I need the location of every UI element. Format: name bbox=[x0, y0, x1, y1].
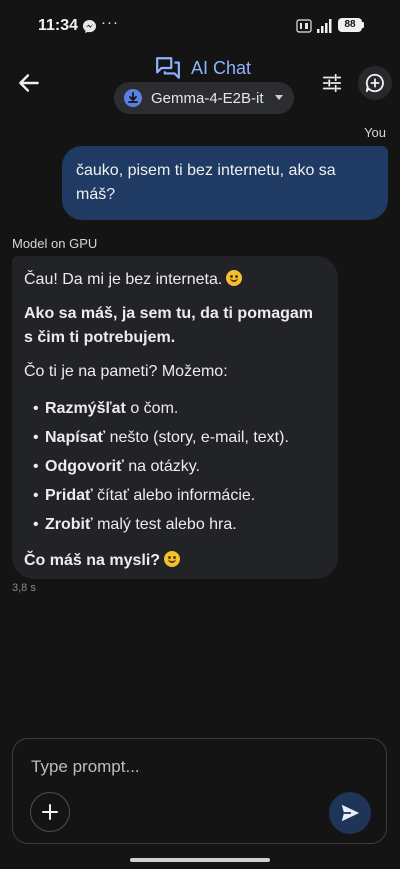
list-item-text: na otázky. bbox=[123, 458, 200, 475]
list-item-bold: Pridať bbox=[45, 487, 93, 504]
list-item-text: o čom. bbox=[125, 400, 179, 417]
model-selector[interactable]: Gemma-4-E2B-it bbox=[114, 82, 294, 114]
add-attachment-button[interactable] bbox=[30, 792, 70, 832]
chevron-down-icon bbox=[275, 95, 283, 100]
new-chat-icon bbox=[365, 73, 384, 93]
app-bar: AI Chat Gemma-4-E2B-it bbox=[0, 52, 400, 114]
new-chat-button[interactable] bbox=[358, 66, 392, 100]
list-item: Razmýšľat o čom. bbox=[24, 394, 326, 423]
smile-emoji-icon bbox=[226, 270, 243, 286]
smile-emoji-icon bbox=[164, 551, 181, 567]
title-row: AI Chat bbox=[155, 54, 251, 82]
list-item-bold: Napísať bbox=[45, 429, 106, 446]
list-item: Zrobiť malý test alebo hra. bbox=[24, 510, 326, 539]
tune-icon[interactable] bbox=[321, 72, 343, 94]
battery-tip bbox=[362, 22, 364, 28]
home-indicator[interactable] bbox=[130, 858, 270, 862]
suggestion-list: Razmýšľat o čom. Napísať nešto (story, e… bbox=[24, 394, 326, 539]
list-item-text: malý test alebo hra. bbox=[92, 516, 237, 533]
more-notifications-icon: ··· bbox=[101, 14, 119, 31]
list-item-bold: Zrobiť bbox=[45, 516, 93, 533]
user-label: You bbox=[364, 125, 386, 140]
status-bar: 11:34 ··· 88 bbox=[0, 0, 400, 52]
status-time: 11:34 bbox=[38, 17, 79, 34]
response-greeting-text: Čau! Da mi je bez interneta. bbox=[24, 271, 223, 288]
volte-icon bbox=[296, 19, 312, 33]
chat-bubbles-icon bbox=[156, 57, 180, 79]
list-item: Napísať nešto (story, e-mail, text). bbox=[24, 423, 326, 452]
response-latency: 3,8 s bbox=[12, 582, 36, 594]
response-intro: Ako sa máš, ja sem tu, da ti pomagam s č… bbox=[24, 305, 313, 346]
model-label: Model on GPU bbox=[12, 236, 98, 251]
signal-icon bbox=[317, 19, 332, 33]
app-title: AI Chat bbox=[191, 57, 252, 78]
messenger-icon bbox=[82, 19, 97, 34]
user-message: čauko, pisem ti bez internetu, ako sa má… bbox=[62, 146, 388, 220]
plus-icon bbox=[42, 804, 58, 820]
response-closing-text: Čo máš na mysli? bbox=[24, 552, 161, 569]
prompt-input[interactable] bbox=[29, 751, 333, 783]
list-item-bold: Odgovoriť bbox=[45, 458, 124, 475]
list-item: Odgovoriť na otázky. bbox=[24, 452, 326, 481]
list-item-text: čítať alebo informácie. bbox=[92, 487, 256, 504]
model-icon bbox=[124, 89, 142, 107]
list-item: Pridať čítať alebo informácie. bbox=[24, 481, 326, 510]
list-item-text: nešto (story, e-mail, text). bbox=[105, 429, 289, 446]
list-item-bold: Razmýšľat bbox=[45, 400, 126, 417]
model-response: Čau! Da mi je bez interneta. Ako sa máš,… bbox=[12, 256, 338, 579]
send-button[interactable] bbox=[329, 792, 371, 834]
prompt-box bbox=[12, 738, 387, 844]
back-button[interactable] bbox=[16, 70, 42, 96]
response-closing: Čo máš na mysli? bbox=[24, 549, 326, 573]
send-icon bbox=[341, 804, 360, 822]
response-question: Čo ti je na pameti? Možemo: bbox=[24, 363, 228, 380]
response-greeting: Čau! Da mi je bez interneta. bbox=[24, 268, 326, 292]
model-name: Gemma-4-E2B-it bbox=[151, 89, 264, 107]
battery-indicator: 88 bbox=[338, 18, 362, 32]
